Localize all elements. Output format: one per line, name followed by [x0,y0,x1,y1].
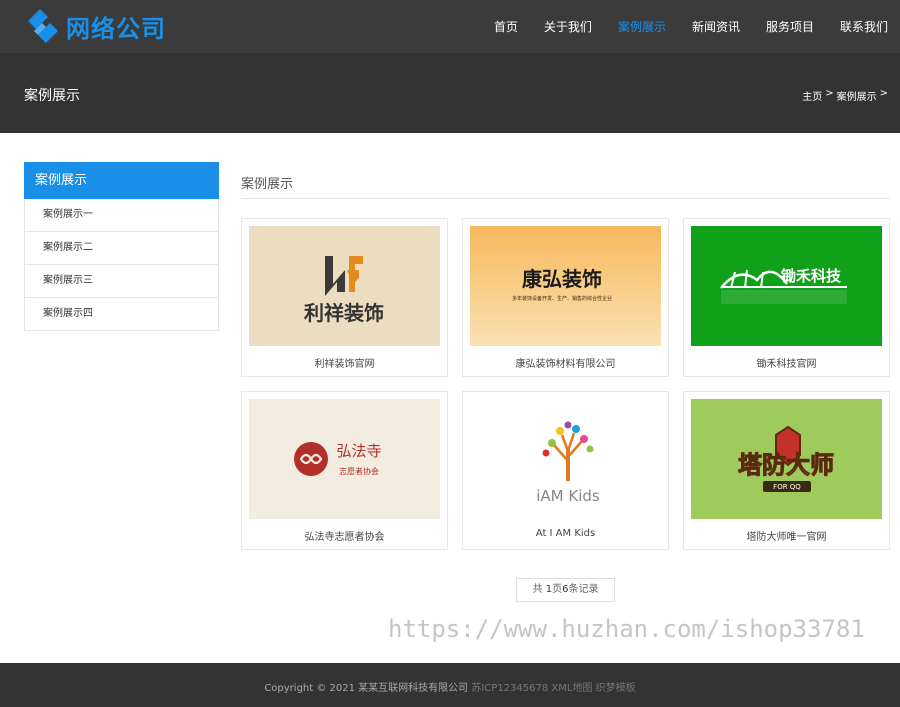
sidebar-item-case-2[interactable]: 案例展示二 [24,232,219,265]
case-thumbnail[interactable]: 利祥装饰 [249,226,440,346]
nav-item-news[interactable]: 新闻资讯 [692,18,740,35]
kanghong-logo-text: 康弘装饰 [522,267,602,291]
section-title: 案例展示 [241,177,294,192]
lixiang-logo-image: 利祥装饰 [304,256,384,325]
site-footer: Copyright © 2021 某某互联网科技有限公司 苏ICP1234567… [0,663,900,707]
sidebar-heading[interactable]: 案例展示 [24,162,219,199]
pager-mid: 页 [552,584,563,595]
nav-item-about[interactable]: 关于我们 [544,18,592,35]
case-caption[interactable]: 塔防大师唯一官网 [684,528,889,543]
kanghong-logo-image: 康弘装饰 多年装饰设备开发、生产、销售的综合性企业 [512,267,612,302]
case-card[interactable]: 弘法寺 志愿者协会 弘法寺志愿者协会 [241,391,448,550]
pager-suffix: 条记录 [568,584,599,595]
case-thumbnail[interactable]: iAM Kids [470,399,661,519]
chuhe-logo-image: 锄禾科技 [720,267,847,304]
top-navbar: 网络公司 首页 关于我们 案例展示 新闻资讯 服务项目 联系我们 [0,0,900,53]
nav-item-home[interactable]: 首页 [494,18,518,35]
page-banner: 案例展示 主页 > 案例展示 > [0,53,900,133]
case-thumbnail[interactable]: 康弘装饰 多年装饰设备开发、生产、销售的综合性企业 [470,226,661,346]
lixiang-logo-text: 利祥装饰 [304,301,384,325]
case-card[interactable]: 塔防大师 FOR QQ 塔防大师唯一官网 [683,391,890,550]
case-card[interactable]: 利祥装饰 利祥装饰官网 [241,218,448,377]
main-nav: 首页 关于我们 案例展示 新闻资讯 服务项目 联系我们 [468,0,888,53]
case-thumbnail[interactable]: 弘法寺 志愿者协会 [249,399,440,519]
iamkids-logo-image: iAM Kids [536,421,600,505]
breadcrumb: 主页 > 案例展示 > [802,88,888,103]
pager-prefix: 共 [532,584,543,595]
sidebar-item-case-4[interactable]: 案例展示四 [24,298,219,331]
category-sidebar: 案例展示 案例展示一 案例展示二 案例展示三 案例展示四 [24,162,219,331]
watermark: https://www.huzhan.com/ishop33781 [388,615,865,643]
tafang-logo-image: 塔防大师 FOR QQ [738,425,835,492]
tafang-logo-subtext: FOR QQ [773,483,801,491]
site-logo[interactable]: 网络公司 [24,7,166,45]
section-divider [241,198,890,199]
case-caption[interactable]: At I AM Kids [463,528,668,539]
footer-icp-link[interactable]: 苏ICP12345678 [471,683,548,694]
logo-icon [28,9,58,43]
footer-sitemap-link[interactable]: XML地图 [551,683,592,694]
breadcrumb-separator: > [825,88,834,99]
breadcrumb-home-link[interactable]: 主页 [802,88,822,103]
case-thumbnail[interactable]: 锄禾科技 [691,226,882,346]
logo-text: 网络公司 [66,14,166,43]
footer-template-link[interactable]: 织梦模板 [596,683,636,694]
case-thumbnail[interactable]: 塔防大师 FOR QQ [691,399,882,519]
case-card[interactable]: 锄禾科技 锄禾科技官网 [683,218,890,377]
case-caption[interactable]: 弘法寺志愿者协会 [242,528,447,543]
case-caption[interactable]: 锄禾科技官网 [684,355,889,370]
chuhe-logo-text: 锄禾科技 [781,267,842,285]
sidebar-item-case-3[interactable]: 案例展示三 [24,265,219,298]
footer-line: Copyright © 2021 某某互联网科技有限公司 苏ICP1234567… [0,679,900,694]
footer-copyright: Copyright © 2021 某某互联网科技有限公司 [264,683,469,694]
case-caption[interactable]: 康弘装饰材料有限公司 [463,355,668,370]
iamkids-logo-text: iAM Kids [536,487,600,505]
sidebar-item-case-1[interactable]: 案例展示一 [24,199,219,232]
hongfasi-logo-image: 弘法寺 志愿者协会 [294,442,382,476]
case-card[interactable]: 康弘装饰 多年装饰设备开发、生产、销售的综合性企业 康弘装饰材料有限公司 [462,218,669,377]
breadcrumb-cases-link[interactable]: 案例展示 [837,88,877,103]
kanghong-logo-subtext: 多年装饰设备开发、生产、销售的综合性企业 [512,295,612,302]
nav-item-cases[interactable]: 案例展示 [618,18,666,35]
pagination-info: 共 1页6条记录 [516,578,615,602]
nav-item-services[interactable]: 服务项目 [766,18,814,35]
breadcrumb-separator: > [879,88,888,99]
page-title: 案例展示 [24,88,80,104]
case-caption[interactable]: 利祥装饰官网 [242,355,447,370]
tafang-logo-text: 塔防大师 [738,451,834,479]
nav-item-contact[interactable]: 联系我们 [840,18,888,35]
hongfasi-logo-subtext: 志愿者协会 [339,466,379,476]
hongfasi-logo-text: 弘法寺 [336,442,381,460]
case-card[interactable]: iAM Kids At I AM Kids [462,391,669,550]
